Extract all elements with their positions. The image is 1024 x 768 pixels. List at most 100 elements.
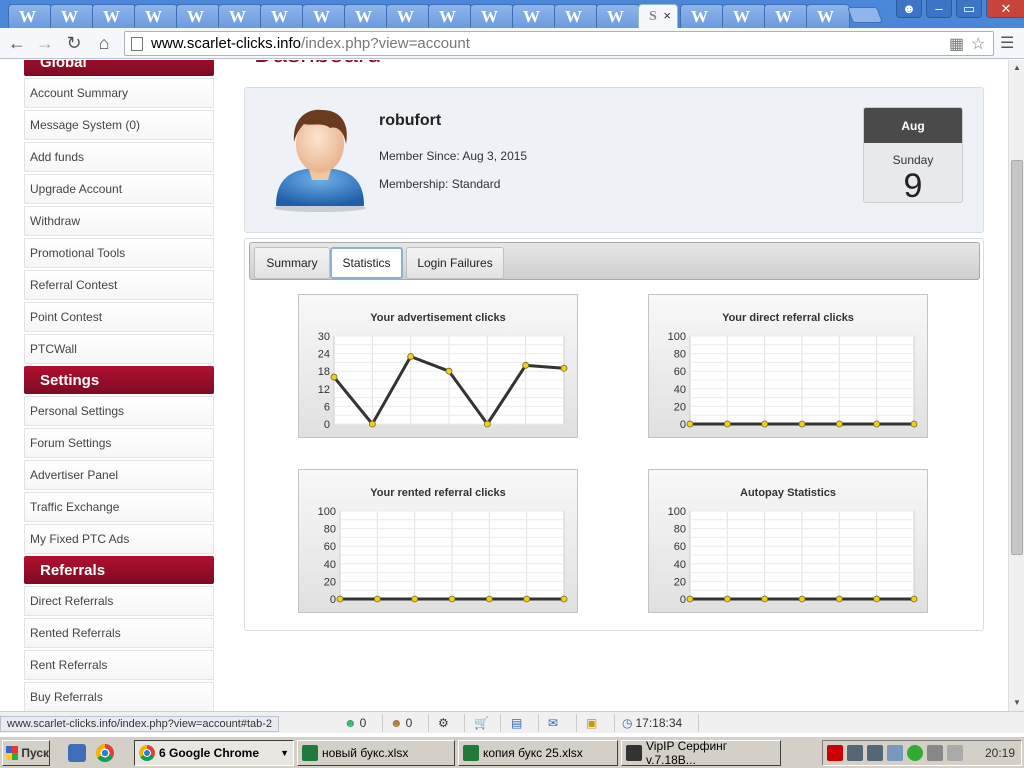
data-point [483,420,491,428]
tab-close-icon[interactable]: × [663,8,671,23]
member-since: Member Since: Aug 3, 2015 [379,149,528,163]
browser-tab[interactable]: W [344,4,388,28]
settings-tray-icon[interactable] [927,745,943,761]
sidebar-item[interactable]: Advertiser Panel [24,460,214,490]
network-status-icon[interactable] [887,745,903,761]
rented-counter[interactable]: ☻ 0 [390,714,412,732]
browser-tab[interactable]: W [50,4,94,28]
browser-tab[interactable]: W [302,4,346,28]
page-icon [131,36,143,51]
tab-favicon: W [313,7,330,26]
sidebar-item[interactable]: Promotional Tools [24,238,214,268]
sidebar-heading: Global [24,60,214,76]
translate-icon[interactable]: ▦ [949,34,964,54]
browser-tab-active[interactable]: S × [638,4,678,28]
gear-icon[interactable]: ⚙ [438,714,449,732]
browser-tab[interactable]: W [218,4,262,28]
task-chrome[interactable]: 6 Google Chrome ▼ [134,740,294,766]
sidebar-item[interactable]: Buy Referrals [24,682,214,711]
chart-plot: 0 6 12 18 24 30 [318,331,568,431]
data-point [873,420,881,428]
sidebar-item[interactable]: Account Summary [24,78,214,108]
tab-statistics[interactable]: Statistics [330,247,403,279]
antivirus-icon[interactable] [827,745,843,761]
forward-icon[interactable]: → [34,32,56,54]
browser-tab[interactable]: W [386,4,430,28]
task-excel-1[interactable]: новый букс.xlsx [297,740,455,766]
sidebar-item[interactable]: Direct Referrals [24,586,214,616]
tab-summary[interactable]: Summary [254,247,330,279]
sidebar-item[interactable]: Traffic Exchange [24,492,214,522]
scrollbar-thumb[interactable] [1011,160,1023,555]
show-desktop-icon[interactable] [68,744,86,762]
page-scrollbar[interactable]: ▲ ▼ [1008,60,1024,711]
browser-tab[interactable]: W [92,4,136,28]
tab-login-failures[interactable]: Login Failures [406,247,504,279]
mail-icon[interactable]: ✉ [548,714,558,732]
y-tick-label: 20 [324,576,336,588]
scroll-down-icon[interactable]: ▼ [1013,698,1021,707]
browser-tab[interactable]: W [470,4,514,28]
bookmark-star-icon[interactable]: ☆ [971,34,985,54]
torrent-icon[interactable] [907,745,923,761]
browser-tab[interactable]: W [806,4,850,28]
new-tab-button[interactable] [847,7,883,23]
browser-tab[interactable]: W [260,4,304,28]
browser-tab[interactable]: W [680,4,724,28]
browser-tab[interactable]: W [764,4,808,28]
browser-tab[interactable]: W [512,4,556,28]
address-bar[interactable]: www.scarlet-clicks.info/index.php?view=a… [124,31,994,56]
task-excel-2[interactable]: копия букс 25.xlsx [458,740,618,766]
sidebar-item[interactable]: Rented Referrals [24,618,214,648]
vipip-icon [626,745,642,761]
network-icon[interactable] [867,745,883,761]
stats-chart-icon[interactable]: ▤ [511,714,522,732]
sidebar-item[interactable]: Forum Settings [24,428,214,458]
sidebar-item[interactable]: Withdraw [24,206,214,236]
browser-tab[interactable]: W [596,4,640,28]
restore-icon[interactable]: ▭ [956,0,982,18]
sidebar-item[interactable]: Upgrade Account [24,174,214,204]
home-icon[interactable]: ⌂ [93,32,115,54]
timer[interactable]: ◷ 17:18:34 [622,714,682,732]
window-user-icon[interactable]: ☻ [896,0,922,18]
browser-tab[interactable]: W [554,4,598,28]
excel-icon [463,745,479,761]
volume-icon[interactable] [947,745,963,761]
sidebar-item[interactable]: Personal Settings [24,396,214,426]
data-point [910,420,918,428]
browser-tab[interactable]: W [722,4,766,28]
data-point [723,595,731,603]
chrome-launch-icon[interactable] [96,744,114,762]
cart-icon[interactable]: 🛒 [474,714,489,732]
sidebar-item[interactable]: PTCWall [24,334,214,364]
start-button[interactable]: Пуск [2,740,50,766]
close-icon[interactable]: ✕ [986,0,1024,18]
back-icon[interactable]: ← [6,32,28,54]
data-point [522,361,530,369]
chrome-menu-icon[interactable]: ☰ [1000,33,1016,53]
lock-icon[interactable]: ▣ [586,714,597,732]
browser-tab[interactable]: W [428,4,472,28]
scroll-up-icon[interactable]: ▲ [1013,63,1021,72]
sidebar-item[interactable]: Point Contest [24,302,214,332]
calendar-weekday: Sunday [892,153,934,167]
network-disconnected-icon[interactable] [847,745,863,761]
sidebar-item[interactable]: Add funds [24,142,214,172]
data-point [761,595,769,603]
reload-icon[interactable]: ↻ [63,32,85,54]
sidebar-item[interactable]: Rent Referrals [24,650,214,680]
sidebar-item[interactable]: Referral Contest [24,270,214,300]
referrals-count: 0 [359,716,367,730]
sidebar-item[interactable]: Message System (0) [24,110,214,140]
y-tick-label: 30 [318,331,330,343]
task-vipip[interactable]: VipIP Серфинг v.7.18B... [621,739,781,767]
browser-tab[interactable]: W [134,4,178,28]
browser-tab[interactable]: W [8,4,52,28]
minimize-icon[interactable]: – [926,0,952,18]
referrals-counter[interactable]: ☻ 0 [344,714,366,732]
dropdown-arrow-icon: ▼ [280,748,289,758]
data-point [873,595,881,603]
sidebar-item[interactable]: My Fixed PTC Ads [24,524,214,554]
browser-tab[interactable]: W [176,4,220,28]
